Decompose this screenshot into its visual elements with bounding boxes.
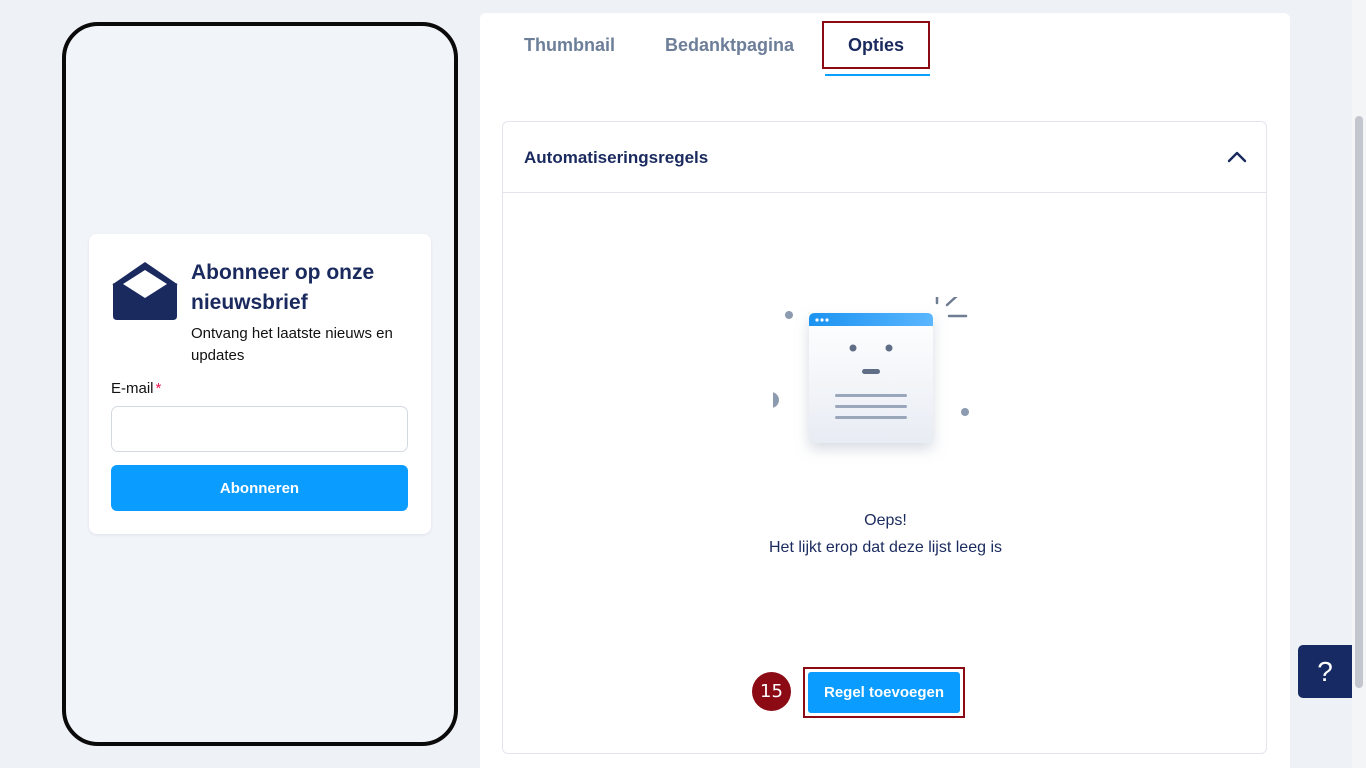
envelope-open-icon (112, 262, 178, 320)
empty-state-title: Oeps! (864, 512, 907, 529)
newsletter-subtitle: Ontvang het laatste nieuws en updates (191, 325, 393, 364)
tab-options[interactable]: Opties (822, 21, 930, 69)
help-button[interactable]: ? (1298, 645, 1352, 698)
required-mark: * (155, 380, 162, 397)
subscribe-button[interactable]: Abonneren (111, 465, 408, 511)
tab-thank-you-page[interactable]: Bedanktpagina (665, 35, 794, 56)
newsletter-title: Abonneer op onze nieuwsbrief (191, 261, 375, 314)
chevron-up-icon[interactable] (1226, 146, 1248, 168)
step-number-badge: 15 (752, 672, 791, 711)
automation-rules-title: Automatiseringsregels (524, 148, 709, 167)
empty-list-illustration (773, 297, 969, 443)
automation-rules-header[interactable]: Automatiseringsregels (503, 122, 1266, 193)
add-rule-button[interactable]: Regel toevoegen (808, 672, 960, 713)
email-label: E-mail * (111, 380, 161, 397)
tab-thumbnail[interactable]: Thumbnail (524, 35, 615, 56)
newsletter-form-card: Abonneer op onze nieuwsbrief Ontvang het… (89, 234, 431, 534)
automation-rules-card: Automatiseringsregels Oeps! Het lijkt er… (502, 121, 1267, 754)
settings-panel: Thumbnail Bedanktpagina Opties Automatis… (480, 13, 1290, 768)
email-field[interactable] (111, 406, 408, 452)
add-rule-highlight: Regel toevoegen (803, 667, 965, 718)
empty-state-description: Het lijkt erop dat deze lijst leeg is (769, 539, 1002, 556)
scrollbar-thumb[interactable] (1355, 116, 1363, 688)
email-label-text: E-mail (111, 380, 154, 397)
active-tab-indicator (825, 74, 930, 76)
